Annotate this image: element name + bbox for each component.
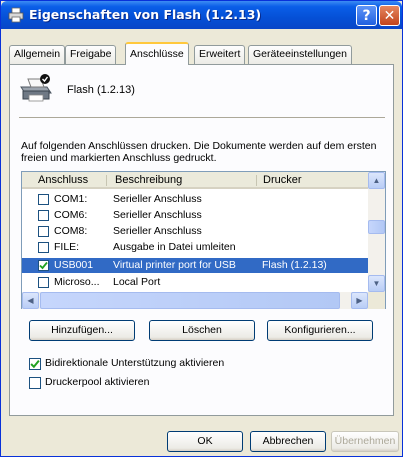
scroll-left-button[interactable]: ◀ — [22, 292, 39, 309]
ok-button[interactable]: OK — [167, 431, 243, 452]
port-row[interactable]: FILE: Ausgabe in Datei umleiten — [22, 240, 368, 255]
port-name: COM6: — [54, 209, 88, 221]
port-checkbox[interactable] — [38, 210, 49, 221]
bidi-label: Bidirektionale Unterstützung aktivieren — [45, 357, 225, 369]
port-desc: Serieller Anschluss — [113, 225, 202, 237]
horizontal-scrollbar[interactable]: ◀ ▶ — [22, 292, 368, 309]
column-divider[interactable] — [256, 175, 257, 186]
column-beschreibung[interactable]: Beschreibung — [115, 174, 182, 186]
scroll-down-button[interactable]: ▼ — [368, 275, 385, 292]
printer-name: Flash (1.2.13) — [67, 84, 135, 96]
pool-label: Druckerpool aktivieren — [45, 376, 150, 388]
pool-checkbox[interactable] — [29, 377, 41, 389]
port-row[interactable]: COM8: Serieller Anschluss — [22, 224, 368, 239]
properties-dialog: Eigenschaften von Flash (1.2.13) ? ✕ All… — [0, 0, 403, 457]
add-port-button[interactable]: Hinzufügen... — [29, 320, 135, 341]
close-button[interactable]: ✕ — [379, 5, 400, 26]
scroll-right-button[interactable]: ▶ — [351, 292, 368, 309]
column-divider[interactable] — [106, 175, 107, 186]
help-button[interactable]: ? — [356, 5, 377, 26]
scroll-corner — [368, 292, 385, 309]
tab-anschluesse[interactable]: Anschlüsse — [125, 42, 189, 65]
printer-icon — [20, 74, 52, 102]
delete-port-button[interactable]: Löschen — [149, 320, 255, 341]
bidi-checkbox[interactable] — [29, 358, 41, 370]
port-desc: Serieller Anschluss — [113, 209, 202, 221]
port-desc: Local Port — [113, 276, 161, 288]
tab-erweitert[interactable]: Erweitert — [194, 45, 246, 64]
port-checkbox[interactable] — [38, 242, 49, 253]
column-drucker[interactable]: Drucker — [263, 174, 302, 186]
configure-port-button[interactable]: Konfigurieren... — [267, 320, 373, 341]
port-desc: Ausgabe in Datei umleiten — [113, 241, 236, 253]
port-name: COM8: — [54, 225, 88, 237]
check-icon — [39, 261, 48, 270]
port-name: Microso... — [54, 276, 100, 288]
port-checkbox[interactable] — [38, 277, 49, 288]
port-name: FILE: — [54, 241, 80, 253]
port-checkbox[interactable] — [38, 194, 49, 205]
port-name: USB001 — [54, 259, 94, 271]
separator — [19, 117, 385, 118]
port-checkbox[interactable] — [38, 226, 49, 237]
port-row[interactable]: COM1: Serieller Anschluss — [22, 192, 368, 207]
tab-allgemein[interactable]: Allgemein — [9, 45, 66, 64]
vertical-scrollbar[interactable]: ▲ ▼ — [368, 172, 385, 292]
port-printer: Flash (1.2.13) — [262, 259, 327, 271]
scroll-thumb[interactable] — [40, 292, 340, 309]
check-icon — [30, 360, 40, 369]
port-desc: Virtual printer port for USB — [113, 259, 236, 271]
port-desc: Serieller Anschluss — [113, 193, 202, 205]
port-row[interactable]: COM6: Serieller Anschluss — [22, 208, 368, 223]
port-row[interactable]: Microso... Local Port — [22, 275, 368, 290]
title-bar[interactable]: Eigenschaften von Flash (1.2.13) ? ✕ — [1, 1, 402, 29]
printer-icon — [8, 7, 24, 23]
column-anschluss[interactable]: Anschluss — [38, 174, 88, 186]
scroll-up-button[interactable]: ▲ — [368, 172, 385, 189]
port-list[interactable]: Anschluss Beschreibung Drucker COM1: Ser… — [21, 171, 386, 309]
port-description: Auf folgenden Anschlüssen drucken. Die D… — [21, 140, 377, 164]
apply-button[interactable]: Übernehmen — [331, 431, 399, 452]
window-title: Eigenschaften von Flash (1.2.13) — [29, 7, 262, 22]
tab-geraeteeinstellungen[interactable]: Geräteeinstellungen — [248, 45, 352, 64]
port-row-selected[interactable]: USB001 Virtual printer port for USB Flas… — [22, 258, 368, 273]
scroll-thumb[interactable] — [368, 220, 385, 234]
cancel-button[interactable]: Abbrechen — [250, 431, 326, 452]
port-checkbox[interactable] — [38, 260, 49, 271]
port-name: COM1: — [54, 193, 88, 205]
list-header: Anschluss Beschreibung Drucker — [22, 172, 368, 189]
tab-freigabe[interactable]: Freigabe — [65, 45, 117, 64]
